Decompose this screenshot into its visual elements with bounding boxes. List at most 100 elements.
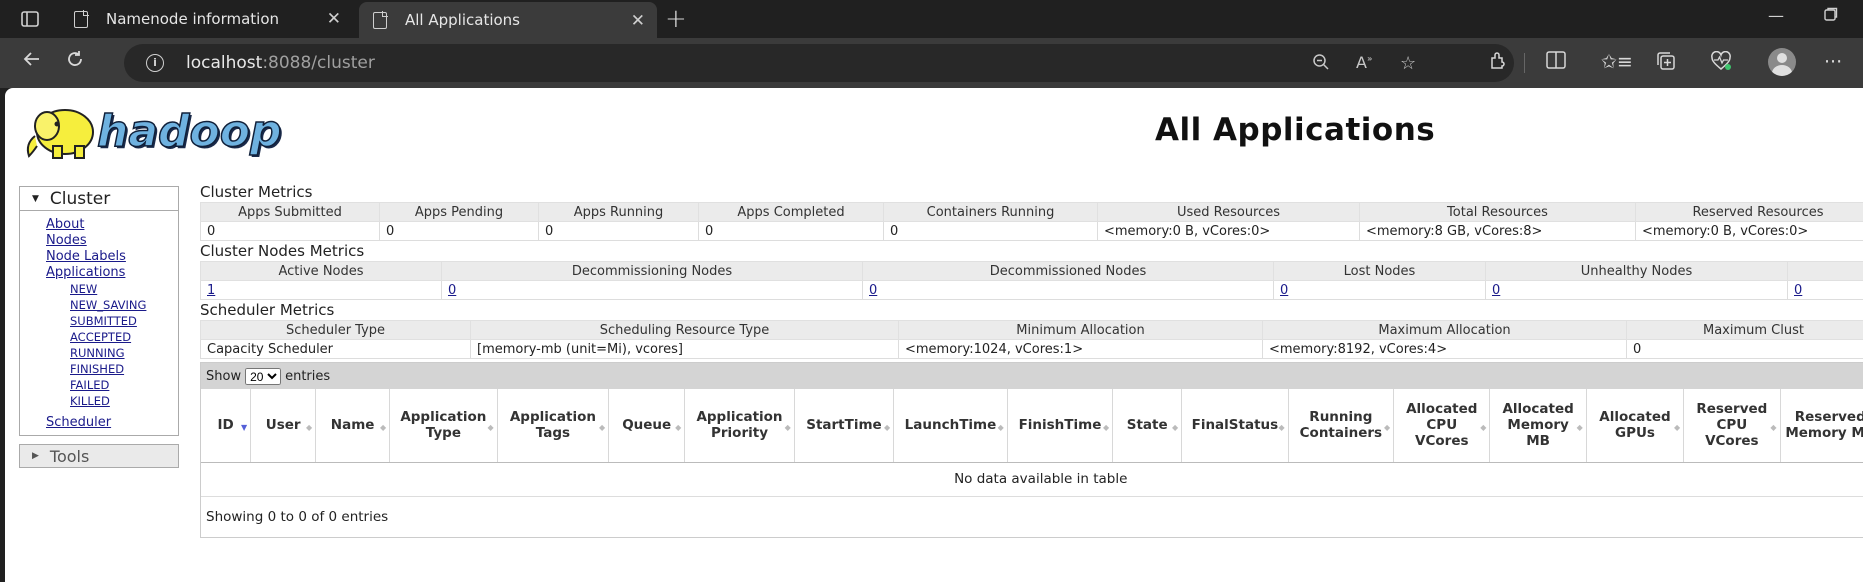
sidebar-link-new-saving[interactable]: NEW_SAVING xyxy=(70,297,178,313)
cluster-metrics-value: 0 xyxy=(883,221,1098,241)
cluster-metrics-value: 0 xyxy=(200,221,380,241)
scheduler-metrics-table: Scheduler Type Scheduling Resource Type … xyxy=(200,320,1863,359)
sort-icon: ◆ xyxy=(1103,423,1110,432)
cluster-metrics-table: Apps Submitted Apps Pending Apps Running… xyxy=(200,202,1863,241)
favorite-icon[interactable]: ☆ xyxy=(1400,53,1416,74)
hadoop-logo[interactable]: hadoop hadoop xyxy=(19,96,301,166)
sidebar-link-killed[interactable]: KILLED xyxy=(70,393,178,409)
col-header-reserved-cpu[interactable]: Reserved CPU VCores ◆ xyxy=(1683,389,1781,463)
sort-desc-icon: ▼ xyxy=(241,423,248,432)
table-length-control: Show 20 entries xyxy=(201,363,1863,389)
active-nodes-link[interactable]: 1 xyxy=(207,283,215,298)
col-header-finishtime[interactable]: FinishTime ◆ xyxy=(1007,389,1114,463)
sidebar-link-about[interactable]: About xyxy=(46,217,178,233)
cluster-metrics-value: 0 xyxy=(379,221,539,241)
sort-icon: ◆ xyxy=(997,423,1004,432)
extensions-icon[interactable] xyxy=(1488,51,1508,76)
scheduler-metrics-value: <memory:8192, vCores:4> xyxy=(1262,339,1627,359)
col-header-name[interactable]: Name ◆ xyxy=(315,389,391,463)
sidebar-link-applications[interactable]: Applications xyxy=(46,265,178,281)
rebooted-nodes-link[interactable]: 0 xyxy=(1794,283,1802,298)
col-header-allocated-cpu[interactable]: Allocated CPU VCores ◆ xyxy=(1393,389,1491,463)
decommissioning-nodes-link[interactable]: 0 xyxy=(448,283,456,298)
col-header-user[interactable]: User ◆ xyxy=(250,389,317,463)
url-bar[interactable]: i localhost:8088/cluster A» ☆ xyxy=(124,44,1514,82)
collections-icon[interactable] xyxy=(1656,51,1676,76)
new-tab-icon[interactable]: + xyxy=(665,4,687,34)
page-icon xyxy=(373,10,388,29)
nodes-metrics-header: Lost Nodes xyxy=(1273,261,1486,281)
col-header-queue[interactable]: Queue ◆ xyxy=(608,389,686,463)
col-header-allocated-memory[interactable]: Allocated Memory MB ◆ xyxy=(1489,389,1587,463)
col-header-starttime[interactable]: StartTime ◆ xyxy=(794,389,895,463)
scheduler-metrics-value: 0 xyxy=(1626,339,1863,359)
col-header-reserved-memory[interactable]: Reserved Memory MB◆ xyxy=(1780,389,1863,463)
sidebar-link-nodes[interactable]: Nodes xyxy=(46,233,178,249)
decommissioned-nodes-link[interactable]: 0 xyxy=(869,283,877,298)
more-icon[interactable]: ··· xyxy=(1824,51,1842,73)
sidebar-link-accepted[interactable]: ACCEPTED xyxy=(70,329,178,345)
close-icon[interactable]: ✕ xyxy=(631,11,645,31)
sidebar-link-scheduler[interactable]: Scheduler xyxy=(46,415,178,431)
sidebar-link-submitted[interactable]: SUBMITTED xyxy=(70,313,178,329)
tab-namenode[interactable]: Namenode information ✕ xyxy=(60,0,353,38)
unhealthy-nodes-link[interactable]: 0 xyxy=(1492,283,1500,298)
cluster-metrics-value: 0 xyxy=(698,221,884,241)
restore-icon[interactable] xyxy=(1824,6,1838,25)
col-header-application-tags[interactable]: Application Tags ◆ xyxy=(497,389,610,463)
sidebar-link-node-labels[interactable]: Node Labels xyxy=(46,249,178,265)
sidebar-link-finished[interactable]: FINISHED xyxy=(70,361,178,377)
split-screen-icon[interactable] xyxy=(1546,51,1566,74)
nodes-metrics-header: Decommissioning Nodes xyxy=(441,261,863,281)
sort-icon: ◆ xyxy=(305,423,313,432)
back-icon[interactable] xyxy=(22,49,42,75)
lost-nodes-link[interactable]: 0 xyxy=(1280,283,1288,298)
tab-all-applications[interactable]: All Applications ✕ xyxy=(359,2,657,38)
col-header-application-type[interactable]: Application Type ◆ xyxy=(389,389,498,463)
scheduler-metrics-header: Maximum Allocation xyxy=(1262,320,1627,340)
profile-avatar[interactable] xyxy=(1768,48,1796,76)
sidebar-link-new[interactable]: NEW xyxy=(70,281,178,297)
col-header-allocated-gpus[interactable]: Allocated GPUs ◆ xyxy=(1586,389,1685,463)
applications-table-wrapper: Show 20 entries ID ▼ User ◆ Name ◆ Applicat… xyxy=(200,362,1863,538)
tab-title: All Applications xyxy=(405,11,520,29)
tab-bar: Namenode information ✕ All Applications … xyxy=(0,0,1863,38)
url-text: localhost:8088/cluster xyxy=(186,53,375,73)
cluster-metrics-title: Cluster Metrics xyxy=(200,183,313,201)
sort-icon: ◆ xyxy=(1770,423,1777,432)
close-icon[interactable]: ✕ xyxy=(327,9,341,29)
nodes-metrics-header: Decommissioned Nodes xyxy=(862,261,1274,281)
cluster-metrics-header: Apps Completed xyxy=(698,202,884,222)
scheduler-metrics-header: Minimum Allocation xyxy=(898,320,1263,340)
col-header-running-containers[interactable]: Running Containers ◆ xyxy=(1288,389,1395,463)
caret-down-icon: ▼ xyxy=(32,193,39,204)
favorites-icon[interactable]: ✩≡ xyxy=(1601,51,1633,73)
col-header-state[interactable]: State ◆ xyxy=(1112,389,1183,463)
col-header-finalstatus[interactable]: FinalStatus ◆ xyxy=(1181,389,1289,463)
tab-actions-icon[interactable] xyxy=(0,0,60,38)
app-state-links: NEW NEW_SAVING SUBMITTED ACCEPTED RUNNIN… xyxy=(46,281,178,409)
col-header-launchtime[interactable]: LaunchTime ◆ xyxy=(893,389,1008,463)
tools-header[interactable]: ▶ Tools xyxy=(19,444,179,468)
sidebar-link-failed[interactable]: FAILED xyxy=(70,377,178,393)
minimize-icon[interactable]: — xyxy=(1768,6,1784,25)
cluster-metrics-value: <memory:0 B, vCores:0> xyxy=(1635,221,1863,241)
reload-icon[interactable] xyxy=(65,49,85,75)
cluster-metrics-header: Containers Running xyxy=(883,202,1098,222)
sort-icon: ◆ xyxy=(675,423,682,432)
sidebar: ▼ Cluster About Nodes Node Labels Applic… xyxy=(19,186,179,468)
col-header-application-priority[interactable]: Application Priority ◆ xyxy=(684,389,795,463)
performance-icon[interactable] xyxy=(1710,50,1732,76)
page-size-select[interactable]: 20 xyxy=(245,367,282,385)
zoom-out-icon[interactable] xyxy=(1312,53,1330,76)
info-icon[interactable]: i xyxy=(146,54,164,72)
cluster-header[interactable]: ▼ Cluster xyxy=(20,187,178,211)
scheduler-metrics-header: Scheduling Resource Type xyxy=(470,320,899,340)
col-header-id[interactable]: ID ▼ xyxy=(201,389,252,463)
read-aloud-icon[interactable]: A» xyxy=(1356,53,1372,72)
scheduler-metrics-value: [memory-mb (unit=Mi), vcores] xyxy=(470,339,899,359)
logo-text-front: hadoop xyxy=(97,106,281,157)
page-title: All Applications xyxy=(1155,112,1436,148)
page-icon xyxy=(74,9,89,28)
sidebar-link-running[interactable]: RUNNING xyxy=(70,345,178,361)
